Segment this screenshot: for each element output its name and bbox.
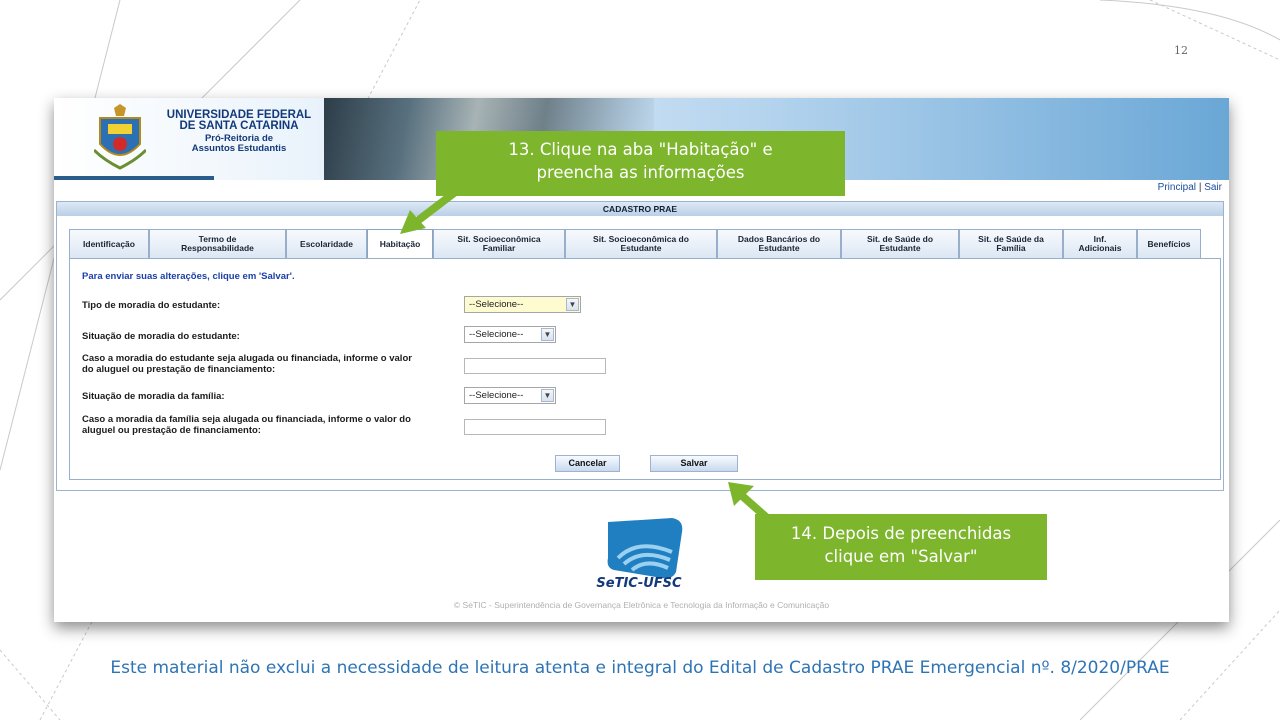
cancel-button[interactable]: Cancelar xyxy=(555,455,620,472)
tab-escolaridade[interactable]: Escolaridade xyxy=(286,229,367,258)
step14-line1: 14. Depois de preenchidas xyxy=(790,524,1012,543)
ufsc-crest-logo xyxy=(94,104,146,170)
tab-saude-familia[interactable]: Sit. de Saúde da Família xyxy=(959,229,1063,258)
tab-beneficios[interactable]: Benefícios xyxy=(1137,229,1201,258)
department-name: Pró-Reitoria de Assuntos Estudantis xyxy=(154,134,324,154)
valor-familia-input[interactable] xyxy=(464,419,606,435)
valor-familia-label: Caso a moradia da família seja alugada o… xyxy=(82,414,452,436)
top-links: Principal | Sair xyxy=(1158,182,1222,193)
chevron-down-icon: ▼ xyxy=(541,328,554,341)
tab-dados-bancarios[interactable]: Dados Bancários do Estudante xyxy=(717,229,841,258)
arrow-to-salvar-icon xyxy=(728,482,777,527)
tipo-moradia-value: --Selecione-- xyxy=(469,299,524,310)
habitacao-form: Para enviar suas alterações, clique em '… xyxy=(69,258,1221,480)
step14-line2: clique em "Salvar" xyxy=(824,547,978,566)
presentation-slide: 12 UNIVERSIDADE FEDERAL DE SANTA CATARIN… xyxy=(0,0,1280,720)
sair-link[interactable]: Sair xyxy=(1204,182,1222,193)
setic-logo-text: SeTIC-UFSC xyxy=(596,576,682,591)
valor-familia-label-line2: aluguel ou prestação de financiamento: xyxy=(82,425,261,436)
tab-saude-estudante[interactable]: Sit. de Saúde do Estudante xyxy=(841,229,959,258)
university-name: UNIVERSIDADE FEDERAL DE SANTA CATARINA xyxy=(154,109,324,132)
tab-identificacao[interactable]: Identificação xyxy=(69,229,149,258)
save-button[interactable]: Salvar xyxy=(650,455,738,472)
principal-link[interactable]: Principal xyxy=(1158,182,1196,193)
step14-callout: 14. Depois de preenchidas clique em "Sal… xyxy=(755,514,1047,580)
edital-note: Este material não exclui a necessidade d… xyxy=(110,658,1170,678)
chevron-down-icon: ▼ xyxy=(566,298,579,311)
tab-bar: Identificação Termo de Responsabilidade E… xyxy=(69,229,1201,259)
department-line2: Assuntos Estudantis xyxy=(191,143,287,154)
step13-callout: 13. Clique na aba "Habitação" e preencha… xyxy=(436,131,845,196)
situacao-familia-select[interactable]: --Selecione-- ▼ xyxy=(464,387,556,404)
valor-estudante-label: Caso a moradia do estudante seja alugada… xyxy=(82,353,452,375)
form-instruction: Para enviar suas alterações, clique em '… xyxy=(82,271,295,282)
banner-strip xyxy=(54,176,214,180)
footer-credit: © SeTIC - Superintendência de Governança… xyxy=(453,600,830,610)
valor-estudante-label-line1: Caso a moradia do estudante seja alugada… xyxy=(82,353,412,364)
situacao-familia-label: Situação de moradia da família: xyxy=(82,391,225,402)
page-number: 12 xyxy=(1174,44,1188,57)
situacao-familia-value: --Selecione-- xyxy=(469,390,524,401)
valor-estudante-label-line2: do aluguel ou prestação de financiamento… xyxy=(82,364,276,375)
step13-line1: 13. Clique na aba "Habitação" e xyxy=(508,140,773,159)
step13-line2: preencha as informações xyxy=(536,163,745,182)
situacao-estudante-value: --Selecione-- xyxy=(469,329,524,340)
arrow-to-habitacao-icon xyxy=(400,186,461,234)
university-line2: DE SANTA CATARINA xyxy=(179,120,299,132)
valor-estudante-input[interactable] xyxy=(464,358,606,374)
valor-familia-label-line1: Caso a moradia da família seja alugada o… xyxy=(82,414,411,425)
cadastro-panel: CADASTRO PRAE Identificação Termo de Resp… xyxy=(56,201,1224,491)
panel-title: CADASTRO PRAE xyxy=(57,202,1223,216)
chevron-down-icon: ▼ xyxy=(541,389,554,402)
tab-sit-socioeconomica-estudante[interactable]: Sit. Socioeconômica do Estudante xyxy=(565,229,717,258)
link-separator: | xyxy=(1198,182,1202,193)
situacao-estudante-select[interactable]: --Selecione-- ▼ xyxy=(464,326,556,343)
tipo-moradia-select[interactable]: --Selecione-- ▼ xyxy=(464,296,581,313)
tab-inf-adicionais[interactable]: Inf. Adicionais xyxy=(1063,229,1137,258)
tab-termo-responsabilidade[interactable]: Termo de Responsabilidade xyxy=(149,229,286,258)
tipo-moradia-label: Tipo de moradia do estudante: xyxy=(82,300,221,311)
situacao-estudante-label: Situação de moradia do estudante: xyxy=(82,331,240,342)
